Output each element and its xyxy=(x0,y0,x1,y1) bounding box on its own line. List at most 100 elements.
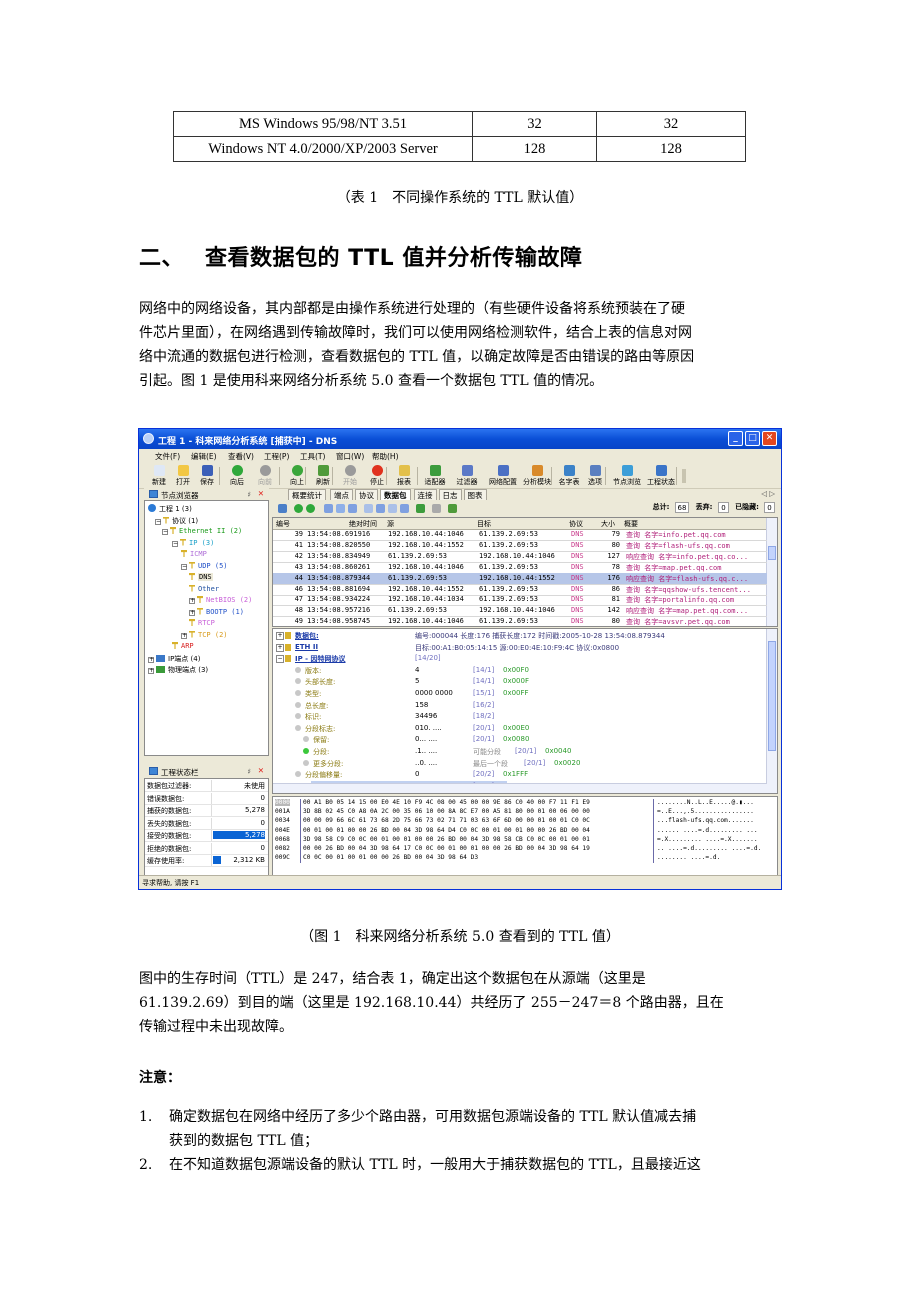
tree-node[interactable]: − IP (3) xyxy=(172,538,214,547)
expand-icon[interactable]: − xyxy=(276,655,284,664)
toolbar-button-forward-arrow[interactable]: 向前 xyxy=(251,465,279,487)
toolbar-button-filter[interactable]: 过滤器 xyxy=(453,465,481,487)
toolbar-button-analysis-module[interactable]: 分析模块 xyxy=(519,465,555,487)
pin-icon[interactable]: ♯ xyxy=(247,767,251,776)
tree-node[interactable]: ICMP xyxy=(181,550,207,558)
expand-icon[interactable]: + xyxy=(276,643,284,652)
back-icon[interactable] xyxy=(294,504,303,513)
tab-5[interactable]: 日志 xyxy=(438,489,462,500)
decode-row[interactable]: 标识: 34496 [18/2] xyxy=(273,711,767,722)
tree-node[interactable]: + IP端点 (4) xyxy=(148,654,200,664)
view5-icon[interactable] xyxy=(376,504,385,513)
decode-icon[interactable] xyxy=(278,504,287,513)
expand-icon[interactable]: + xyxy=(189,598,195,604)
decode-row[interactable]: − IP - 因特网协议 [14/20] xyxy=(273,653,767,664)
menu-view[interactable]: 查看(V) xyxy=(228,451,254,462)
column-header-summary[interactable]: 概要 xyxy=(624,519,638,529)
menu-tools[interactable]: 工具(T) xyxy=(300,451,325,462)
tab-2[interactable]: 协议 xyxy=(355,489,378,500)
tree-node[interactable]: + TCP (2) xyxy=(181,630,228,639)
tree-node[interactable]: − Ethernet II (2) xyxy=(162,527,242,535)
menu-project[interactable]: 工程(P) xyxy=(264,451,289,462)
toolbar-grip[interactable] xyxy=(682,469,686,483)
view1-icon[interactable] xyxy=(324,504,333,513)
column-header-no[interactable]: 编号 xyxy=(276,519,290,529)
collapse-icon[interactable]: − xyxy=(181,563,187,570)
minimize-button[interactable]: _ xyxy=(728,431,743,446)
menu-help[interactable]: 帮助(H) xyxy=(372,451,399,462)
toolbar-button-name-table[interactable]: 名字表 xyxy=(555,465,583,487)
column-header-time[interactable]: 绝对时间 xyxy=(349,519,377,529)
toolbar-button-stop[interactable]: 停止 xyxy=(363,465,391,487)
table-row[interactable]: 49 13:54:08.958745 192.168.10.44:1046 61.13… xyxy=(273,616,767,626)
toolbar-button-project-status[interactable]: 工程状态 xyxy=(643,465,679,487)
column-header-destination[interactable]: 目标 xyxy=(477,519,491,529)
toolbar-button-start[interactable]: 开始 xyxy=(336,465,364,487)
hex-row[interactable]: 009C C0 0C 00 01 00 01 00 00 26 BD 00 04 … xyxy=(273,854,777,863)
decode-row[interactable]: 分段偏移量: 0 [20/2] 0x1FFF xyxy=(273,769,767,780)
tree-node[interactable]: − 协议 (1) xyxy=(155,516,198,526)
expand-icon[interactable]: + xyxy=(148,656,154,663)
maximize-button[interactable]: □ xyxy=(745,431,760,446)
hex-row[interactable]: 001A 3D 8B 02 45 C0 A8 0A 2C 00 35 06 10 … xyxy=(273,808,777,817)
tree-node[interactable]: + NetBIOS (2) xyxy=(189,596,252,604)
tree-node[interactable]: DNS xyxy=(189,573,213,581)
view2-icon[interactable] xyxy=(336,504,345,513)
tree-node[interactable]: Other xyxy=(189,584,219,593)
hex-row[interactable]: 0034 00 00 09 66 6C 61 73 68 2D 75 66 73 … xyxy=(273,817,777,826)
decode-scrollbar[interactable] xyxy=(766,629,777,793)
menu-edit[interactable]: 编辑(E) xyxy=(191,451,217,462)
toolbar-button-report[interactable]: 报表 xyxy=(390,465,418,487)
view3-icon[interactable] xyxy=(348,504,357,513)
decode-row[interactable]: 分段: .1.. .... 可能分段 [20/1] 0x0040 xyxy=(273,746,767,757)
forward-icon[interactable] xyxy=(306,504,315,513)
hex-row[interactable]: 0000 00 A1 B0 05 14 15 00 E0 4E 10 F9 4C … xyxy=(273,799,777,808)
decode-row[interactable]: 保留: 0... .... [20/1] 0x0080 xyxy=(273,734,767,745)
toolbar-button-network-config[interactable]: 网络配置 xyxy=(485,465,521,487)
scrollbar-thumb[interactable] xyxy=(768,641,776,751)
pin-icon[interactable]: ♯ xyxy=(247,490,251,499)
decode-row[interactable]: 总长度: 158 [16/2] xyxy=(273,700,767,711)
toolbar-button-adapter[interactable]: 适配器 xyxy=(421,465,449,487)
toolbar-button-up-arrow[interactable]: 向上 xyxy=(283,465,311,487)
expand-icon[interactable]: + xyxy=(181,632,187,639)
close-pane-icon[interactable]: ✕ xyxy=(258,766,264,775)
view4-icon[interactable] xyxy=(364,504,373,513)
menu-file[interactable]: 文件(F) xyxy=(155,451,180,462)
collapse-icon[interactable]: − xyxy=(172,540,178,547)
settings-icon[interactable] xyxy=(432,504,441,513)
column-header-protocol[interactable]: 协议 xyxy=(569,519,583,529)
expand-icon[interactable]: + xyxy=(189,609,195,616)
column-header-source[interactable]: 源 xyxy=(387,519,394,529)
decode-row[interactable]: 更多分段: ..0. .... 最后一个段 [20/1] 0x0020 xyxy=(273,758,767,769)
tab-4[interactable]: 连接 xyxy=(413,489,437,500)
tree-node[interactable]: + BOOTP (1) xyxy=(189,607,244,616)
toolbar-button-refresh[interactable]: 刷新 xyxy=(309,465,337,487)
packet-list-scrollbar[interactable] xyxy=(766,518,777,626)
hex-row[interactable]: 0068 3D 98 58 C9 C0 0C 00 01 00 01 00 00 … xyxy=(273,836,777,845)
view7-icon[interactable] xyxy=(400,504,409,513)
toolbar-button-back-arrow[interactable]: 向后 xyxy=(223,465,251,487)
decode-row[interactable]: 类型: 0000 0000 [15/1] 0x00FF xyxy=(273,688,767,699)
tab-0[interactable]: 概要统计 xyxy=(288,489,326,500)
close-pane-icon[interactable]: ✕ xyxy=(258,489,264,498)
decode-row[interactable]: 分段标志: 010. .... [20/1] 0x00E0 xyxy=(273,723,767,734)
view6-icon[interactable] xyxy=(388,504,397,513)
hex-row[interactable]: 004E 00 01 00 01 00 00 26 BD 00 04 3D 98 … xyxy=(273,827,777,836)
tree-node[interactable]: RTCP xyxy=(189,619,215,627)
menu-window[interactable]: 窗口(W) xyxy=(336,451,364,462)
tree-node[interactable]: + 物理端点 (3) xyxy=(148,665,208,675)
tab-scroll-arrows[interactable]: ◁ ▷ xyxy=(761,489,775,498)
tree-node[interactable]: ARP xyxy=(172,642,194,650)
toolbar-button-options[interactable]: 选项 xyxy=(581,465,609,487)
close-button[interactable]: ✕ xyxy=(762,431,777,446)
expand-icon[interactable]: + xyxy=(148,668,154,674)
tree-node[interactable]: − UDP (5) xyxy=(181,561,228,570)
tab-6[interactable]: 图表 xyxy=(463,489,487,500)
decode-row[interactable]: 版本: 4 [14/1] 0x00F0 xyxy=(273,665,767,676)
collapse-icon[interactable]: − xyxy=(155,518,161,525)
filter-icon[interactable] xyxy=(416,504,425,513)
tab-1[interactable]: 端点 xyxy=(330,489,353,500)
scrollbar-thumb[interactable] xyxy=(768,546,776,560)
refresh-icon[interactable] xyxy=(448,504,457,513)
